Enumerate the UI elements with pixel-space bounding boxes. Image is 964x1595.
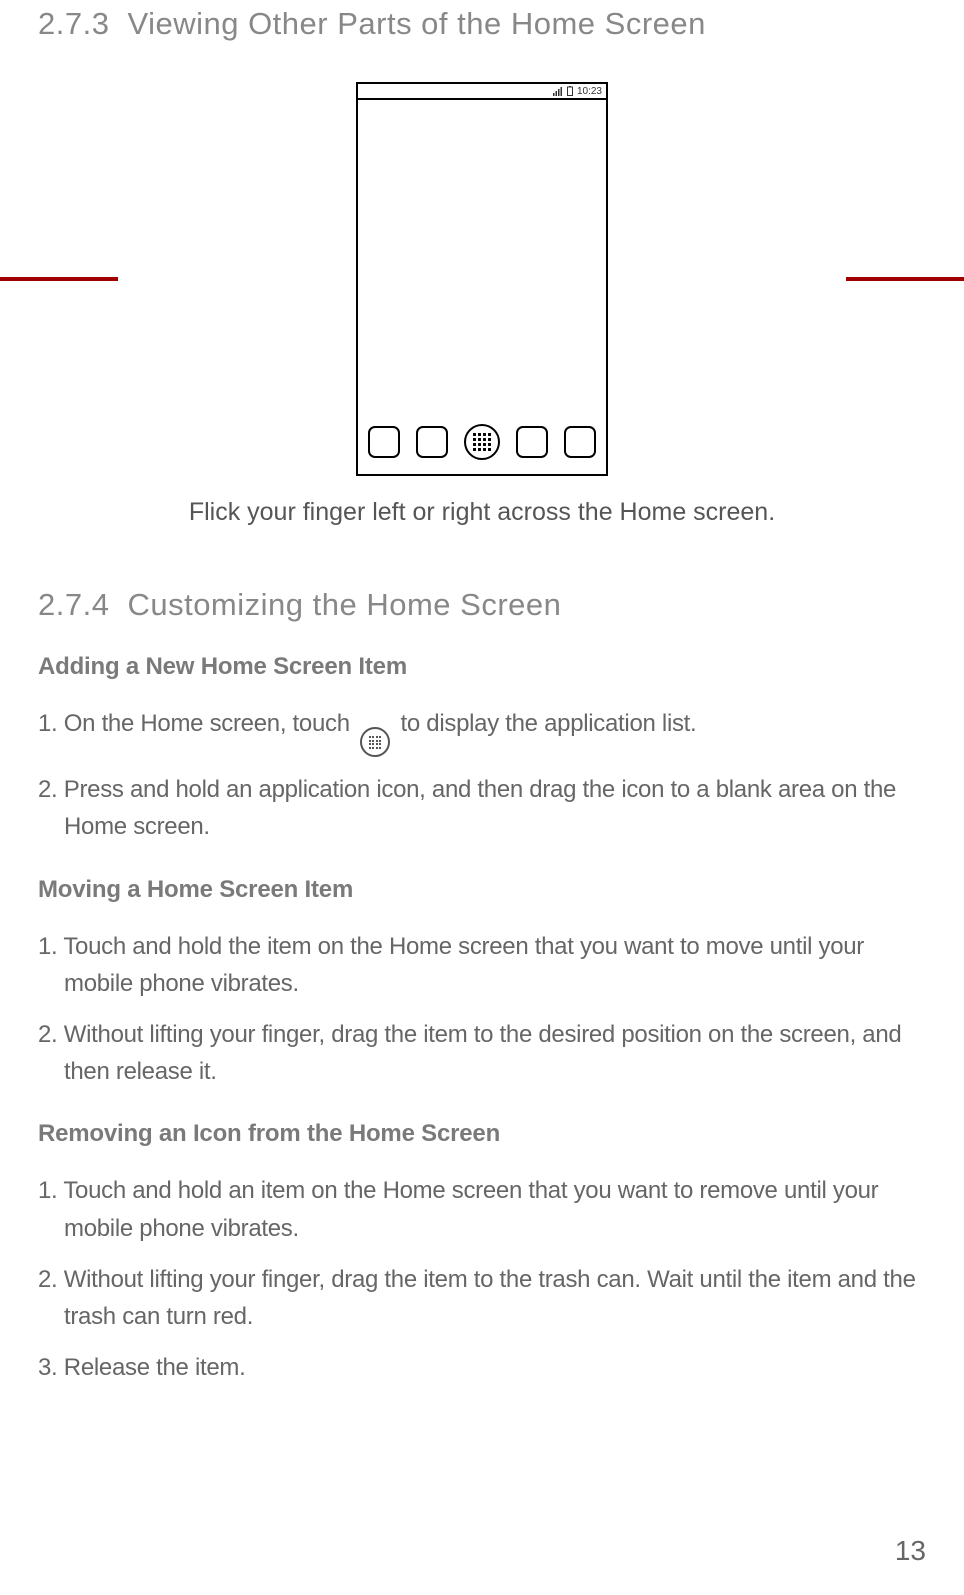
apps-button-icon [360, 727, 390, 757]
section-heading-273: 2.7.3 Viewing Other Parts of the Home Scr… [38, 6, 926, 42]
section-heading-274: 2.7.4 Customizing the Home Screen [38, 587, 926, 623]
section-number: 2.7.3 [38, 6, 109, 41]
phone-statusbar: 10:23 [358, 84, 606, 100]
dock-slot [516, 426, 548, 458]
illustration-caption: Flick your finger left or right across t… [38, 498, 926, 527]
dock-slot [564, 426, 596, 458]
adding-step-2: 2. Press and hold an application icon, a… [38, 771, 926, 845]
phone-dock [368, 420, 596, 464]
section-number: 2.7.4 [38, 587, 109, 622]
step-text: 1. On the Home screen, touch [38, 710, 356, 737]
subheading-moving: Moving a Home Screen Item [38, 876, 926, 904]
subheading-removing: Removing an Icon from the Home Screen [38, 1120, 926, 1148]
phone-time: 10:23 [577, 86, 602, 97]
subheading-adding: Adding a New Home Screen Item [38, 653, 926, 681]
removing-step-2: 2. Without lifting your finger, drag the… [38, 1261, 926, 1335]
phone-illustration: 10:23 [38, 82, 926, 476]
removing-step-3: 3. Release the item. [38, 1349, 926, 1386]
swipe-arrow-right-icon [846, 265, 964, 293]
section-title: Viewing Other Parts of the Home Screen [127, 6, 705, 41]
signal-icon [553, 87, 563, 96]
step-text: to display the application list. [394, 710, 696, 737]
moving-step-2: 2. Without lifting your finger, drag the… [38, 1016, 926, 1090]
battery-icon [567, 86, 573, 96]
page-number: 13 [895, 1535, 926, 1567]
phone-frame: 10:23 [356, 82, 608, 476]
dock-slot [368, 426, 400, 458]
adding-step-1: 1. On the Home screen, touch to display … [38, 705, 926, 757]
removing-step-1: 1. Touch and hold an item on the Home sc… [38, 1172, 926, 1246]
moving-step-1: 1. Touch and hold the item on the Home s… [38, 928, 926, 1002]
section-title: Customizing the Home Screen [127, 587, 561, 622]
swipe-arrow-left-icon [0, 265, 118, 293]
apps-button-icon [464, 424, 500, 460]
dock-slot [416, 426, 448, 458]
